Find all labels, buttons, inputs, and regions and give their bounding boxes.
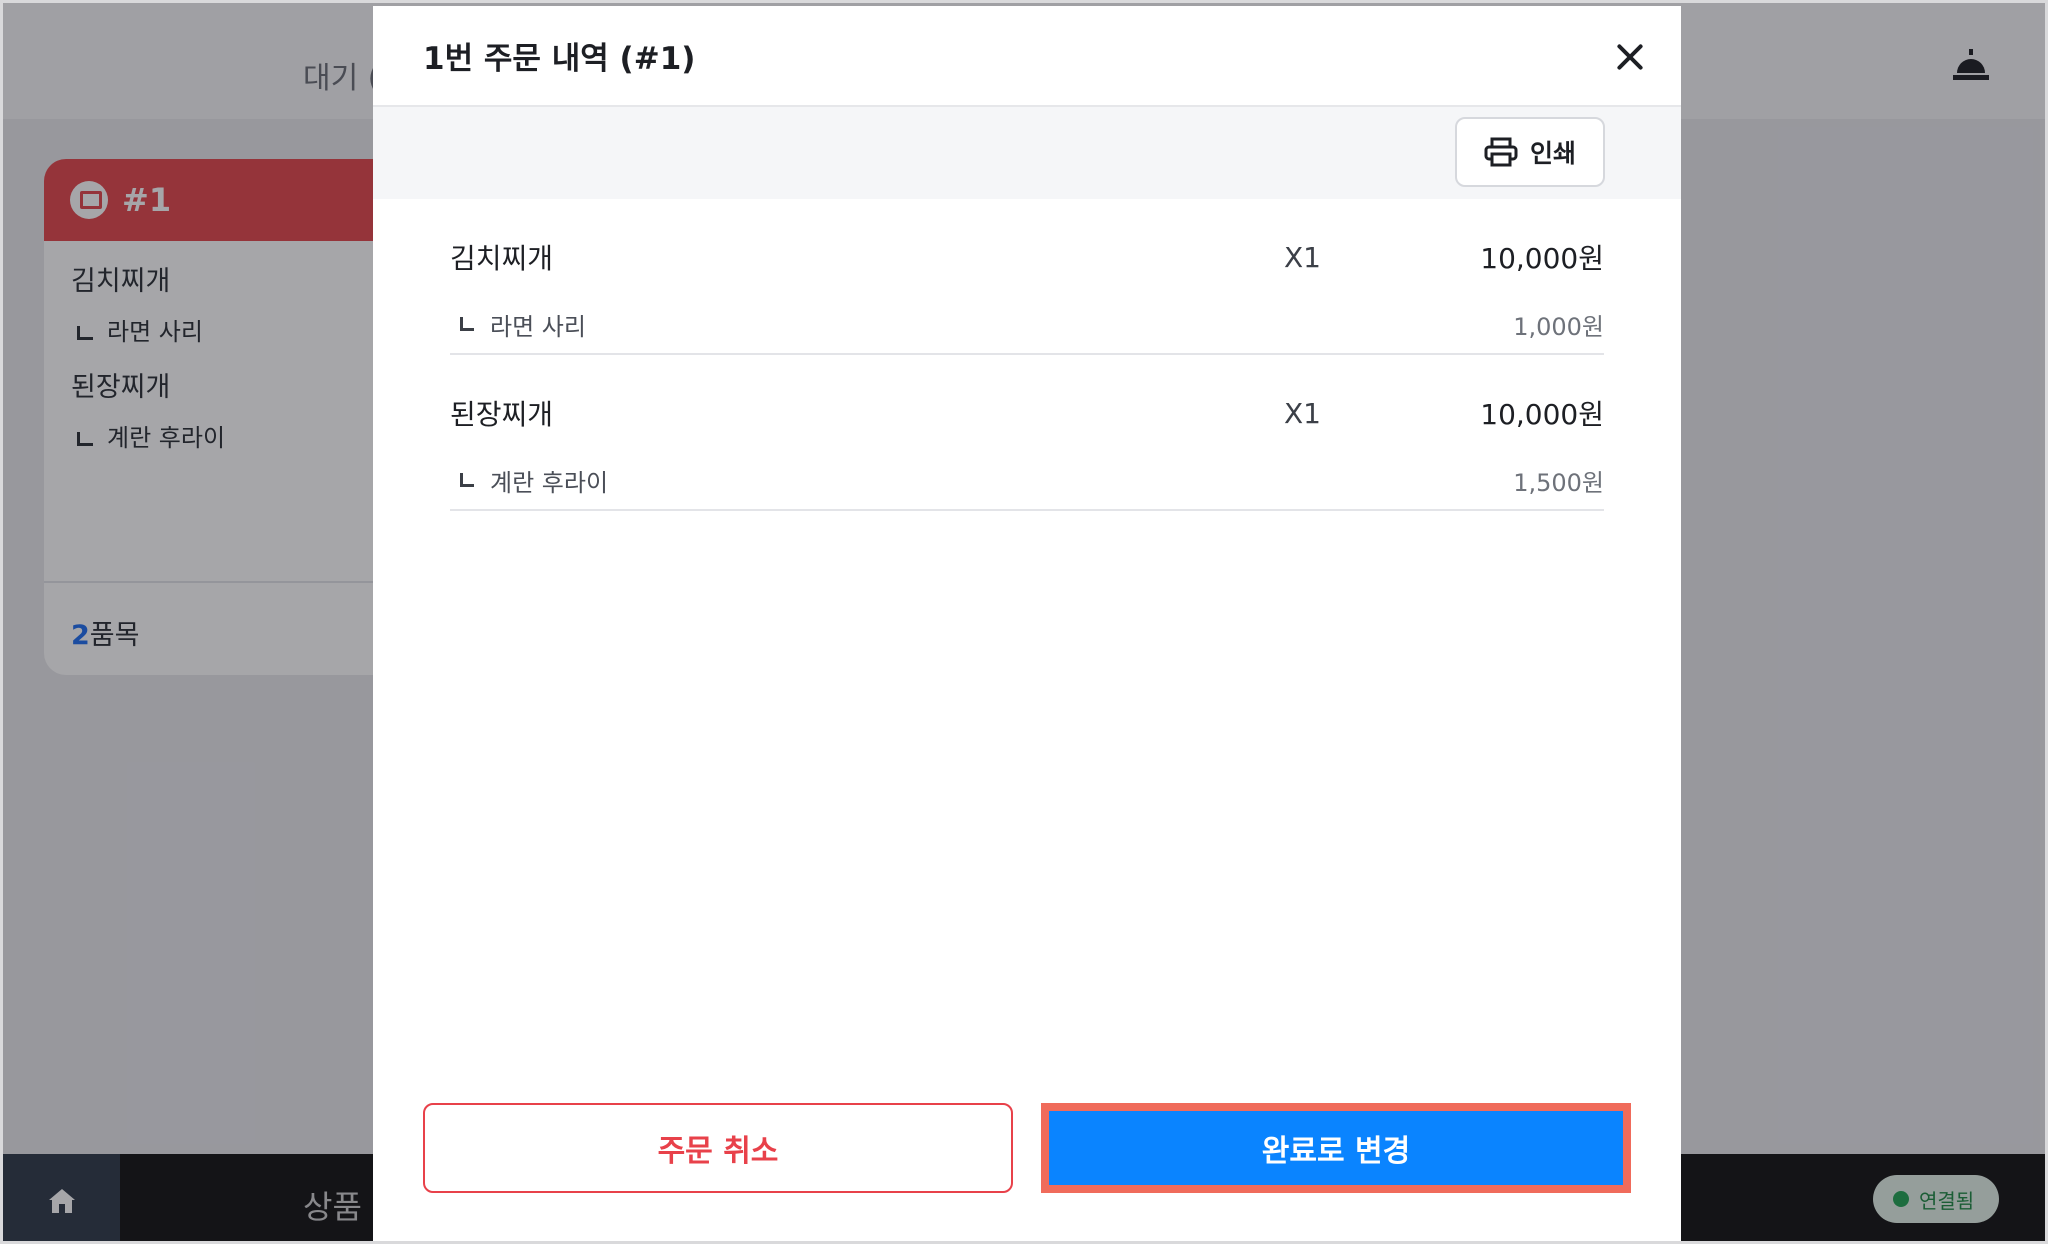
- modal-toolbar: 인쇄: [373, 107, 1681, 199]
- order-option-row: 라면 사리 1,000원: [450, 295, 1604, 355]
- option-branch-icon: [460, 317, 474, 331]
- print-label: 인쇄: [1529, 139, 1576, 168]
- complete-button-highlight: 완료로 변경: [1041, 1103, 1631, 1193]
- option-branch-icon: [460, 473, 474, 487]
- item-name: 된장찌개: [450, 398, 554, 431]
- item-price: 10,000원: [1480, 242, 1604, 275]
- order-item-row: 된장찌개 X1 10,000원: [450, 375, 1604, 451]
- item-name: 김치찌개: [450, 242, 554, 275]
- app-frame: 대기 ( #1 김치찌개 라면 사리 된장찌개 계란 후라이 2품목 상품 연결…: [0, 0, 2048, 1244]
- option-label: 계란 후라이: [490, 468, 609, 497]
- option-price: 1,500원: [1513, 468, 1604, 497]
- item-price: 10,000원: [1480, 398, 1604, 431]
- item-quantity: X1: [1284, 396, 1321, 430]
- print-button[interactable]: 인쇄: [1455, 117, 1605, 187]
- order-item-row: 김치찌개 X1 10,000원: [450, 219, 1604, 295]
- modal-header: 1번 주문 내역 (#1): [373, 6, 1681, 107]
- close-icon[interactable]: [1613, 40, 1647, 74]
- cancel-order-button[interactable]: 주문 취소: [423, 1103, 1013, 1193]
- mark-complete-button[interactable]: 완료로 변경: [1049, 1111, 1623, 1185]
- option-price: 1,000원: [1513, 312, 1604, 341]
- option-name: 라면 사리: [450, 307, 1513, 342]
- order-detail-modal: 1번 주문 내역 (#1) 인쇄 김치찌개 X1 10,000원 라면 사리 1…: [373, 6, 1681, 1241]
- order-item-list: 김치찌개 X1 10,000원 라면 사리 1,000원 된장찌개 X1 10,…: [373, 219, 1681, 511]
- printer-icon: [1484, 137, 1518, 167]
- modal-actions: 주문 취소 완료로 변경: [423, 1103, 1631, 1193]
- item-quantity: X1: [1284, 240, 1321, 274]
- order-option-row: 계란 후라이 1,500원: [450, 451, 1604, 511]
- option-label: 라면 사리: [490, 312, 586, 341]
- option-name: 계란 후라이: [450, 463, 1513, 498]
- modal-title: 1번 주문 내역 (#1): [423, 41, 696, 77]
